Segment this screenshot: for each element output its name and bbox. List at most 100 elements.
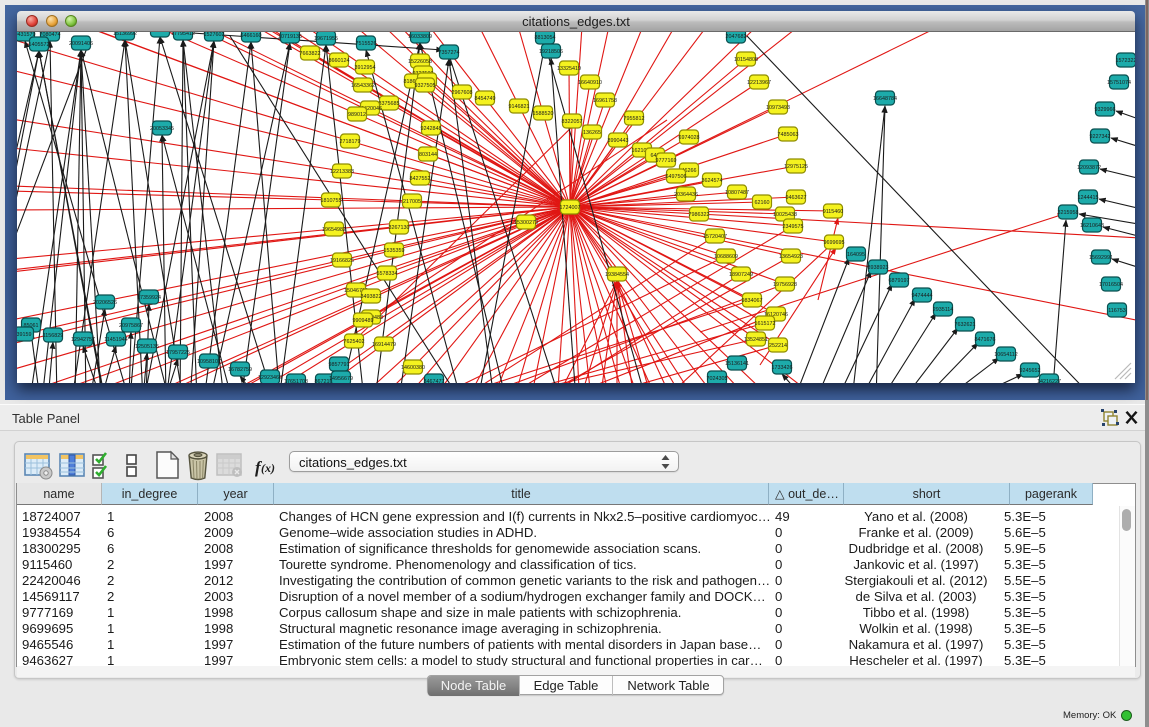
svg-text:1615172: 1615172: [755, 321, 776, 327]
svg-text:2047682: 2047682: [726, 34, 747, 40]
svg-text:16553267: 16553267: [148, 32, 172, 34]
svg-text:8322057: 8322057: [562, 119, 583, 125]
svg-text:9909489: 9909489: [353, 318, 374, 324]
svg-text:6466160: 6466160: [241, 33, 262, 39]
svg-text:17016504: 17016504: [1099, 282, 1123, 288]
svg-text:19166825: 19166825: [330, 258, 354, 264]
svg-text:16210643: 16210643: [1080, 223, 1104, 229]
svg-text:217005: 217005: [403, 199, 421, 205]
svg-text:14216227: 14216227: [1037, 379, 1061, 383]
svg-text:15300273: 15300273: [514, 220, 538, 226]
svg-text:6497506: 6497506: [666, 174, 687, 180]
svg-text:8660124: 8660124: [329, 58, 350, 64]
svg-text:1535359: 1535359: [384, 248, 405, 254]
svg-text:12213383: 12213383: [330, 169, 354, 175]
svg-text:20206526: 20206526: [93, 300, 117, 306]
svg-text:19654982: 19654982: [322, 227, 346, 233]
svg-text:1733426: 1733426: [772, 365, 793, 371]
svg-text:5578334: 5578334: [377, 271, 398, 277]
svg-text:2718179: 2718179: [340, 139, 361, 145]
svg-text:18907249: 18907249: [729, 272, 753, 278]
svg-text:7357274: 7357274: [439, 50, 460, 56]
svg-text:2349575: 2349575: [783, 224, 804, 230]
svg-text:7024305: 7024305: [707, 376, 728, 382]
svg-text:9242848: 9242848: [421, 126, 442, 132]
svg-text:1810755: 1810755: [321, 198, 342, 204]
svg-text:8813054: 8813054: [535, 35, 556, 41]
svg-text:14956679: 14956679: [329, 376, 353, 382]
svg-text:9146821: 9146821: [509, 104, 530, 110]
svg-text:9227342: 9227342: [1090, 134, 1111, 140]
svg-text:9857791: 9857791: [329, 362, 350, 368]
svg-text:252214: 252214: [769, 343, 787, 349]
svg-text:13524851: 13524851: [744, 337, 768, 343]
svg-text:1572322: 1572322: [1116, 58, 1136, 64]
svg-text:16961758: 16961758: [593, 98, 617, 104]
svg-text:10958107: 10958107: [197, 359, 221, 365]
svg-text:15226058: 15226058: [408, 59, 432, 65]
svg-text:3493822: 3493822: [361, 294, 382, 300]
svg-text:9327505: 9327505: [415, 83, 436, 89]
svg-text:8938923: 8938923: [868, 265, 889, 271]
svg-text:14600380: 14600380: [401, 365, 425, 371]
svg-text:136265: 136265: [583, 130, 601, 136]
svg-text:10688609: 10688609: [714, 254, 738, 260]
svg-text:1405572: 1405572: [29, 42, 50, 48]
svg-text:15751074: 15751074: [1107, 80, 1131, 86]
svg-text:10807487: 10807487: [725, 190, 749, 196]
svg-text:12505135: 12505135: [135, 344, 159, 350]
svg-text:12942757: 12942757: [71, 337, 95, 343]
svg-text:803144: 803144: [419, 152, 437, 158]
svg-text:7955812: 7955812: [624, 116, 645, 122]
svg-text:10154808: 10154808: [734, 57, 758, 63]
svg-text:116753: 116753: [1108, 308, 1126, 314]
svg-text:10654112: 10654112: [994, 352, 1018, 358]
svg-text:20975867: 20975867: [119, 323, 143, 329]
svg-text:12923466: 12923466: [258, 375, 282, 381]
svg-text:164095: 164095: [847, 252, 865, 258]
svg-text:10025438: 10025438: [773, 212, 797, 218]
svg-text:12213967: 12213967: [747, 80, 771, 86]
svg-text:7485063: 7485063: [778, 132, 799, 138]
svg-text:17795412: 17795412: [171, 32, 195, 37]
svg-text:16640910: 16640910: [578, 80, 602, 86]
svg-text:9115460: 9115460: [823, 209, 844, 215]
svg-text:9699695: 9699695: [824, 240, 845, 246]
svg-text:1527602: 1527602: [204, 32, 225, 38]
svg-text:7515526: 7515526: [356, 41, 377, 47]
svg-text:6974028: 6974028: [679, 135, 700, 141]
svg-text:8427552: 8427552: [410, 176, 431, 182]
svg-text:9474444: 9474444: [912, 293, 933, 299]
svg-text:16914479: 16914479: [372, 342, 396, 348]
svg-text:15692991: 15692991: [1089, 255, 1113, 261]
svg-text:17651708: 17651708: [284, 379, 308, 383]
svg-text:10719135: 10719135: [278, 34, 302, 40]
svg-text:3267130: 3267130: [389, 225, 410, 231]
svg-text:3912954: 3912954: [355, 65, 376, 71]
svg-text:3624574: 3624574: [702, 178, 723, 184]
svg-text:12093872: 12093872: [1077, 165, 1101, 171]
svg-text:19218506: 19218506: [539, 49, 563, 55]
svg-text:9777169: 9777169: [656, 158, 677, 164]
svg-text:(x): (x): [261, 461, 275, 475]
svg-text:15136992: 15136992: [113, 32, 137, 37]
svg-text:16543362: 16543362: [351, 83, 375, 89]
svg-text:13654923: 13654923: [779, 254, 803, 260]
svg-text:13325419: 13325419: [557, 66, 581, 72]
svg-text:7632621: 7632621: [955, 322, 976, 328]
svg-text:16648784: 16648784: [873, 96, 897, 102]
svg-text:16782759: 16782759: [228, 367, 252, 373]
svg-text:19671955: 19671955: [314, 36, 338, 42]
svg-text:2935114: 2935114: [933, 307, 954, 313]
svg-text:17359924: 17359924: [137, 295, 161, 301]
svg-text:20053345: 20053345: [150, 126, 174, 132]
svg-text:2967608: 2967608: [452, 90, 473, 96]
svg-text:20364436: 20364436: [674, 192, 698, 198]
svg-text:20091406: 20091406: [69, 41, 93, 47]
svg-text:7663822: 7663822: [300, 51, 321, 57]
svg-text:3467477: 3467477: [424, 379, 445, 383]
svg-text:1156829: 1156829: [43, 333, 64, 339]
svg-text:15720407: 15720407: [703, 234, 727, 240]
svg-text:3215958: 3215958: [1058, 210, 1079, 216]
svg-text:1588520: 1588520: [533, 111, 554, 117]
